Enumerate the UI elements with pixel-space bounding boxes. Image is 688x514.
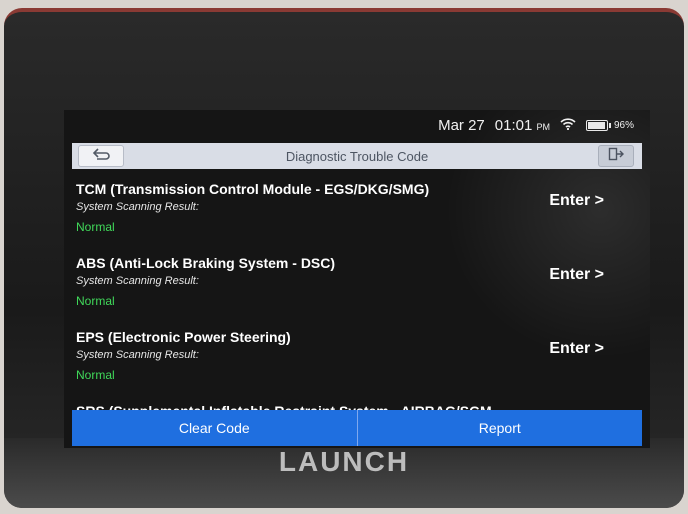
enter-button[interactable]: Enter > <box>549 266 604 284</box>
status-bar: Mar 27 01:01 PM 96% <box>64 110 650 140</box>
scan-status: Normal <box>76 368 115 382</box>
system-item-tcm[interactable]: TCM (Transmission Control Module - EGS/D… <box>76 180 638 254</box>
battery-indicator: 96% <box>585 119 634 131</box>
back-arrow-icon <box>91 147 111 166</box>
report-button[interactable]: Report <box>356 410 642 446</box>
system-item-abs[interactable]: ABS (Anti-Lock Braking System - DSC) Sys… <box>76 254 638 328</box>
wifi-icon <box>560 117 576 134</box>
brand-logo: LAUNCH <box>278 446 410 477</box>
status-date: Mar 27 <box>438 116 485 134</box>
status-time: 01:01 PM <box>495 117 550 134</box>
system-item-eps[interactable]: EPS (Electronic Power Steering) System S… <box>76 328 638 402</box>
scan-status: Normal <box>76 220 115 234</box>
status-ampm: PM <box>536 121 550 132</box>
exit-button[interactable] <box>598 145 634 167</box>
enter-button[interactable]: Enter > <box>549 192 604 210</box>
status-time-value: 01:01 <box>494 116 533 134</box>
page-title: Diagnostic Trouble Code <box>285 148 429 164</box>
battery-percent: 96% <box>613 119 634 131</box>
device-screen: Mar 27 01:01 PM 96% Diagnostic Trouble C… <box>64 110 650 448</box>
back-button[interactable] <box>78 145 124 167</box>
action-bar: Clear Code Report <box>72 410 642 446</box>
exit-icon <box>608 147 624 166</box>
scan-tool-device: LAUNCH Mar 27 01:01 PM 96% Diagnostic Tr… <box>4 8 684 508</box>
clear-code-button[interactable]: Clear Code <box>72 410 357 446</box>
title-bar: Diagnostic Trouble Code <box>72 143 642 169</box>
system-list: TCM (Transmission Control Module - EGS/D… <box>76 180 638 422</box>
enter-button[interactable]: Enter > <box>549 340 604 358</box>
scan-status: Normal <box>76 294 115 308</box>
battery-icon <box>585 119 608 131</box>
